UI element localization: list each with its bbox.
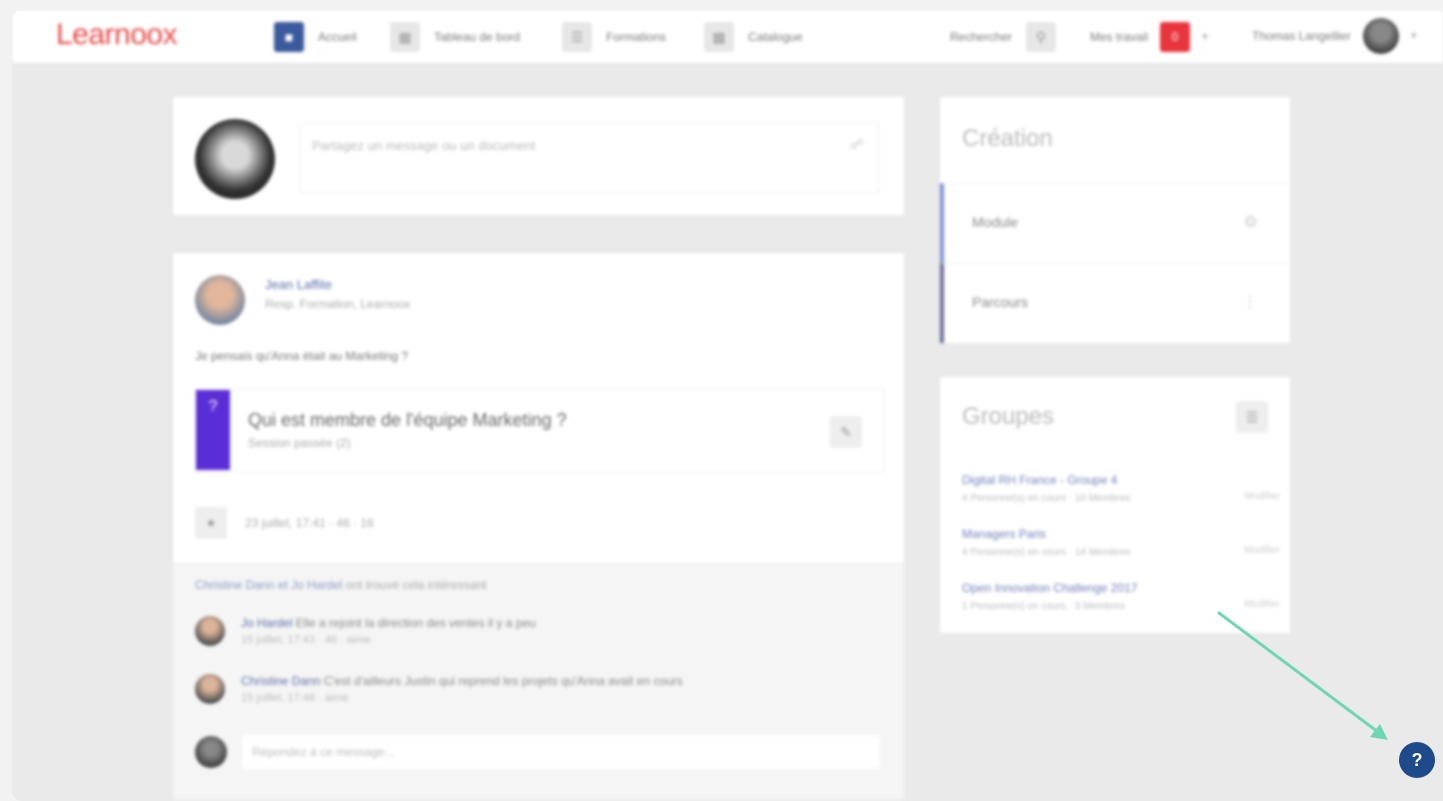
help-button[interactable]: ? — [1399, 742, 1435, 778]
help-icon: ? — [1411, 749, 1423, 770]
annotation-arrow — [1217, 611, 1388, 740]
